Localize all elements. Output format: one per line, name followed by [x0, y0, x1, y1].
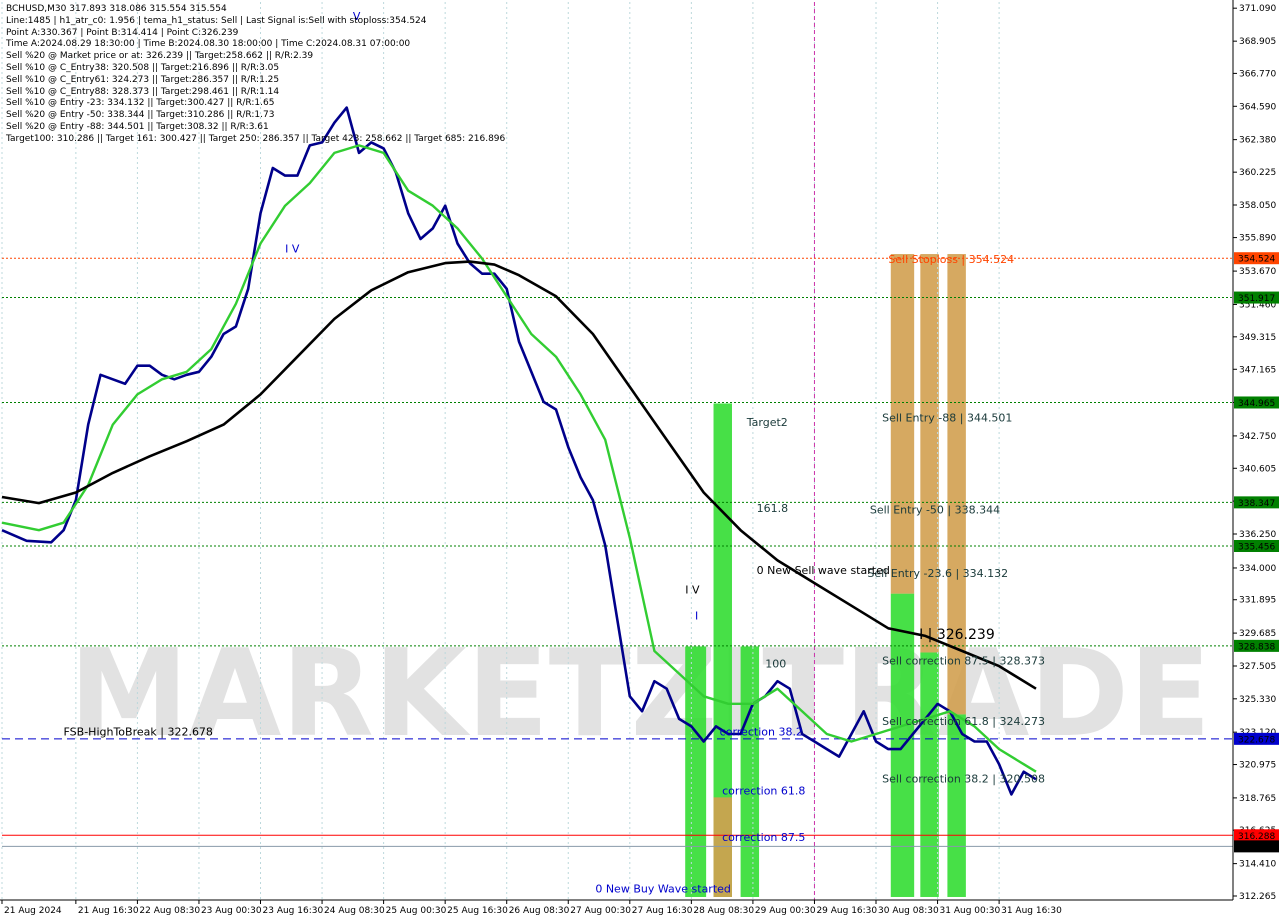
price-level-tag-label: 315.554: [1238, 843, 1275, 853]
price-level-tag-label: 354.524: [1238, 255, 1275, 265]
info-line: Sell %10 @ Entry -23: 334.132 || Target:…: [6, 98, 275, 109]
price-level-tag-label: 316.288: [1238, 832, 1275, 842]
price-level-tag-label: 335.456: [1238, 542, 1275, 552]
time-tick-label: 31 Aug 00:30: [940, 906, 1001, 916]
info-line: Sell %20 @ Entry -50: 338.344 || Target:…: [6, 110, 275, 121]
info-line: Time A:2024.08.29 18:30:00 | Time B:2024…: [6, 39, 411, 50]
signal-bar: [740, 646, 760, 897]
chart-annotation: I V: [685, 584, 700, 597]
chart-annotation: Sell correction 38.2 | 320.508: [882, 772, 1045, 785]
time-tick-label: 25 Aug 16:30: [447, 906, 508, 916]
price-tick-label: 349.315: [1239, 333, 1276, 343]
price-tick-label: 362.380: [1239, 136, 1276, 146]
time-tick-label: 29 Aug 00:30: [755, 906, 816, 916]
time-tick-label: 29 Aug 16:30: [816, 906, 877, 916]
price-tick-label: 364.590: [1239, 102, 1276, 112]
chart-annotation: Target2: [746, 416, 788, 429]
time-tick-label: 22 Aug 08:30: [139, 906, 200, 916]
info-line: Sell %10 @ C_Entry88: 328.373 || Target:…: [6, 86, 280, 97]
time-tick-label: 31 Aug 16:30: [1001, 906, 1062, 916]
price-tick-label: 355.890: [1239, 234, 1276, 244]
time-tick-label: 23 Aug 16:30: [263, 906, 324, 916]
signal-bar: [947, 714, 966, 897]
price-tick-label: 336.250: [1239, 530, 1276, 540]
price-tick-label: 331.895: [1239, 596, 1276, 606]
info-line: Sell %10 @ C_Entry61: 324.273 || Target:…: [6, 74, 280, 85]
price-level-tag-label: 322.678: [1238, 735, 1275, 745]
time-tick-label: 21 Aug 16:30: [78, 906, 139, 916]
time-tick-label: 27 Aug 00:30: [570, 906, 631, 916]
info-line: BCHUSD,M30 317.893 318.086 315.554 315.5…: [6, 4, 227, 14]
time-tick-label: 26 Aug 08:30: [509, 906, 570, 916]
time-tick-label: 30 Aug 08:30: [878, 906, 939, 916]
signal-bar: [920, 254, 939, 653]
signal-bar: [685, 646, 707, 897]
chart-window: MARKETZITRADE Sell Stoploss | 354.524 Sel…: [0, 0, 1280, 920]
price-tick-label: 312.265: [1239, 892, 1276, 902]
price-tick-label: 347.165: [1239, 365, 1276, 375]
time-tick-label: 28 Aug 08:30: [693, 906, 754, 916]
price-tick-label: 368.905: [1239, 37, 1276, 47]
price-tick-label: 353.670: [1239, 267, 1276, 277]
indicator-info-panel: BCHUSD,M30 317.893 318.086 315.554 315.5…: [6, 4, 505, 146]
price-tick-label: 334.000: [1239, 564, 1276, 574]
price-tick-label: 358.050: [1239, 201, 1276, 211]
info-line: Target100: 310.286 || Target 161: 300.42…: [6, 133, 506, 144]
chart-annotation: correction 61.8: [722, 784, 805, 797]
price-tick-label: 342.750: [1239, 432, 1276, 442]
chart-annotation: Sell correction 61.8 | 324.273: [882, 715, 1045, 728]
price-tick-label: 318.765: [1239, 794, 1276, 804]
time-tick-label: 24 Aug 08:30: [324, 906, 385, 916]
price-tick-label: 327.505: [1239, 662, 1276, 672]
time-tick-label: 27 Aug 16:30: [632, 906, 693, 916]
chart-annotation: 0 New Sell wave started: [757, 564, 890, 577]
chart-annotation: I: [695, 609, 698, 622]
info-line: Sell %10 @ C_Entry38: 320.508 || Target:…: [6, 62, 280, 73]
price-tick-label: 320.975: [1239, 761, 1276, 771]
chart-annotation: correction 87.5: [722, 831, 805, 844]
chart-annotation: I V: [285, 243, 300, 256]
chart-annotation: 0 New Buy Wave started: [595, 882, 731, 895]
chart-annotation: 161.8: [757, 502, 789, 515]
chart-annotation: 100: [765, 658, 786, 671]
chart-annotation: Sell Entry -50 | 338.344: [870, 504, 1000, 517]
price-tick-label: 360.225: [1239, 168, 1276, 178]
price-tick-label: 314.410: [1239, 860, 1276, 870]
price-level-tag-label: 344.965: [1238, 399, 1275, 409]
info-line: Line:1485 | h1_atr_c0: 1.956 | tema_h1_s…: [6, 15, 427, 26]
price-level-tag-label: 351.917: [1238, 294, 1275, 304]
price-level-tag-label: 338.347: [1238, 499, 1275, 509]
time-tick-label: 21 Aug 2024: [4, 906, 62, 916]
chart-annotation: I | 326.239: [919, 627, 995, 643]
chart-annotation: Sell correction 87.5 | 328.373: [882, 655, 1045, 668]
price-tick-label: 329.685: [1239, 629, 1276, 639]
chart-annotation: Sell Stoploss | 354.524: [888, 253, 1014, 266]
price-tick-label: 371.090: [1239, 4, 1276, 14]
price-tick-label: 366.770: [1239, 69, 1276, 79]
chart-annotation: FSB-HighToBreak | 322.678: [64, 725, 213, 738]
info-line: Sell %20 @ Market price or at: 326.239 |…: [6, 51, 314, 62]
price-level-tag-label: 328.838: [1238, 642, 1275, 652]
price-tick-label: 340.605: [1239, 464, 1276, 474]
time-tick-label: 23 Aug 00:30: [201, 906, 262, 916]
price-tick-label: 325.330: [1239, 695, 1276, 705]
chart-annotation: correction 38.2: [720, 725, 803, 738]
info-line: Point A:330.367 | Point B:314.414 | Poin…: [6, 27, 239, 38]
info-line: Sell %20 @ Entry -88: 344.501 || Target:…: [6, 121, 269, 132]
chart-annotation: Sell Entry -88 | 344.501: [882, 412, 1012, 425]
time-tick-label: 25 Aug 00:30: [386, 906, 447, 916]
